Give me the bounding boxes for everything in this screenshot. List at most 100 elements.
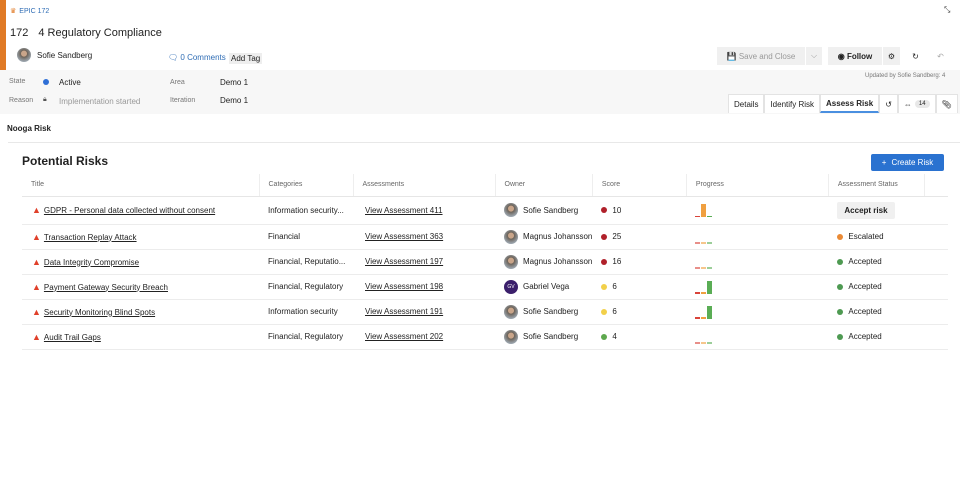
risk-title-link[interactable]: Security Monitoring Blind Spots [44, 308, 155, 317]
progress-bar [707, 305, 713, 319]
tab-attachments[interactable]: 📎︎ [935, 95, 958, 113]
warning-icon: ▲ [32, 205, 41, 215]
settings-button[interactable]: ⚙ [883, 47, 900, 65]
create-risk-button[interactable]: + Create Risk [871, 154, 944, 171]
tab-details[interactable]: Details [728, 95, 765, 113]
col-owner[interactable]: Owner [494, 174, 593, 197]
progress-bar [701, 242, 707, 244]
link-icon: ⇔ [903, 99, 912, 109]
progress-bar [701, 292, 707, 294]
progress-bar [701, 317, 707, 319]
risk-title-link[interactable]: Transaction Replay Attack [44, 233, 137, 242]
risks-heading: Potential Risks [22, 154, 109, 168]
page-title[interactable]: 172 4 Regulatory Compliance [10, 27, 172, 39]
avatar [504, 304, 518, 319]
section-title: Nooga Risk [7, 124, 52, 133]
score-dot [601, 207, 608, 214]
progress-chart [695, 230, 828, 244]
progress-bar [695, 317, 701, 319]
tab-assess-risk[interactable]: Assess Risk [820, 95, 880, 113]
risk-title-link[interactable]: Audit Trail Gaps [44, 333, 101, 342]
warning-icon: ▲ [32, 281, 41, 292]
score-dot [601, 333, 608, 340]
progress-bar [707, 342, 713, 344]
progress-chart [695, 330, 828, 344]
table-row: ▲ GDPR - Personal data collected without … [22, 196, 948, 225]
status-text: Escalated [848, 232, 884, 241]
iteration-label: Iteration [170, 97, 196, 104]
assigned-to[interactable]: Sofie Sandberg [17, 48, 92, 62]
iteration-value[interactable]: Demo 1 [220, 96, 248, 105]
history-icon: ↺ [885, 99, 892, 109]
progress-chart [695, 305, 828, 319]
view-assessment-link[interactable]: View Assessment 202 [365, 332, 443, 341]
follow-button[interactable]: ◉ Follow [828, 47, 882, 65]
tab-history[interactable]: ↺ [879, 95, 898, 113]
progress-bar [707, 280, 713, 294]
score-value: 10 [612, 205, 622, 215]
col-score[interactable]: Score [591, 174, 687, 197]
view-assessment-link[interactable]: View Assessment 198 [365, 282, 443, 291]
view-assessment-link[interactable]: View Assessment 197 [365, 257, 443, 266]
progress-bar [695, 292, 701, 294]
collapse-icon[interactable]: ⤡ [944, 5, 950, 15]
undo-button[interactable]: ↶ [932, 47, 949, 65]
table-row: ▲ Transaction Replay Attack Financial Vie… [22, 224, 948, 250]
risk-title-link[interactable]: GDPR - Personal data collected without c… [44, 206, 215, 215]
work-item-type-bar [0, 0, 6, 70]
status-text: Accepted [848, 282, 882, 291]
view-assessment-link[interactable]: View Assessment 411 [365, 206, 443, 215]
avatar: GV [504, 279, 518, 294]
tab-identify-risk[interactable]: Identify Risk [764, 95, 821, 113]
view-assessment-link[interactable]: View Assessment 191 [365, 307, 443, 316]
score-value: 6 [612, 307, 617, 316]
reason-label: Reason [9, 97, 34, 104]
owner-name: Magnus Johansson [523, 232, 593, 241]
save-dropdown-button[interactable]: ⌵ [806, 47, 822, 65]
refresh-button[interactable]: ↻ [907, 47, 924, 65]
avatar [17, 48, 31, 62]
state-value[interactable]: Active [59, 78, 81, 87]
score-dot [601, 283, 608, 290]
accept-risk-button[interactable]: Accept risk [837, 201, 895, 219]
tab-links[interactable]: ⇔ 14 [897, 95, 936, 113]
warning-icon: ▲ [32, 231, 41, 242]
reason-value: Implementation started [59, 97, 141, 106]
score-dot [601, 308, 608, 315]
save-and-close-button[interactable]: 💾 Save and Close [717, 47, 805, 65]
progress-bar [701, 204, 707, 217]
status-text: Accepted [848, 307, 882, 316]
col-title[interactable]: Title [22, 174, 259, 197]
comments-link[interactable]: 🗨 0 Comments [168, 53, 226, 62]
risks-table: Title Categories Assessments Owner Score… [22, 174, 948, 350]
warning-icon: ▲ [32, 306, 41, 317]
progress-bar [707, 215, 713, 217]
epic-label[interactable]: ♛ EPIC 172 [10, 7, 49, 16]
status-dot [837, 258, 844, 265]
lock-icon: 🔒︎ [43, 96, 47, 103]
status-dot [837, 333, 844, 340]
col-status[interactable]: Assessment Status [827, 174, 925, 197]
risk-categories: Information security... [259, 196, 353, 225]
area-value[interactable]: Demo 1 [220, 78, 248, 87]
status-text: Accepted [848, 332, 882, 341]
progress-bar [707, 267, 713, 269]
state-label: State [9, 78, 26, 85]
score-value: 25 [612, 232, 622, 241]
col-assessments[interactable]: Assessments [352, 174, 495, 197]
progress-chart [695, 255, 828, 269]
add-tag-button[interactable]: Add Tag [229, 53, 263, 64]
owner-name: Gabriel Vega [523, 282, 570, 291]
col-progress[interactable]: Progress [685, 174, 829, 197]
score-value: 4 [612, 332, 617, 341]
owner-name: Sofie Sandberg [523, 205, 579, 215]
tab-bar: Details Identify Risk Assess Risk ↺ ⇔ 14 … [728, 94, 958, 113]
progress-bar [695, 342, 701, 344]
col-categories[interactable]: Categories [258, 174, 353, 197]
risk-title-link[interactable]: Data Integrity Compromise [44, 258, 139, 267]
risk-title-link[interactable]: Payment Gateway Security Breach [44, 283, 168, 292]
risk-categories: Financial, Regulatory [259, 274, 353, 300]
view-assessment-link[interactable]: View Assessment 363 [365, 232, 443, 241]
warning-icon: ▲ [32, 256, 41, 267]
avatar [504, 254, 518, 269]
